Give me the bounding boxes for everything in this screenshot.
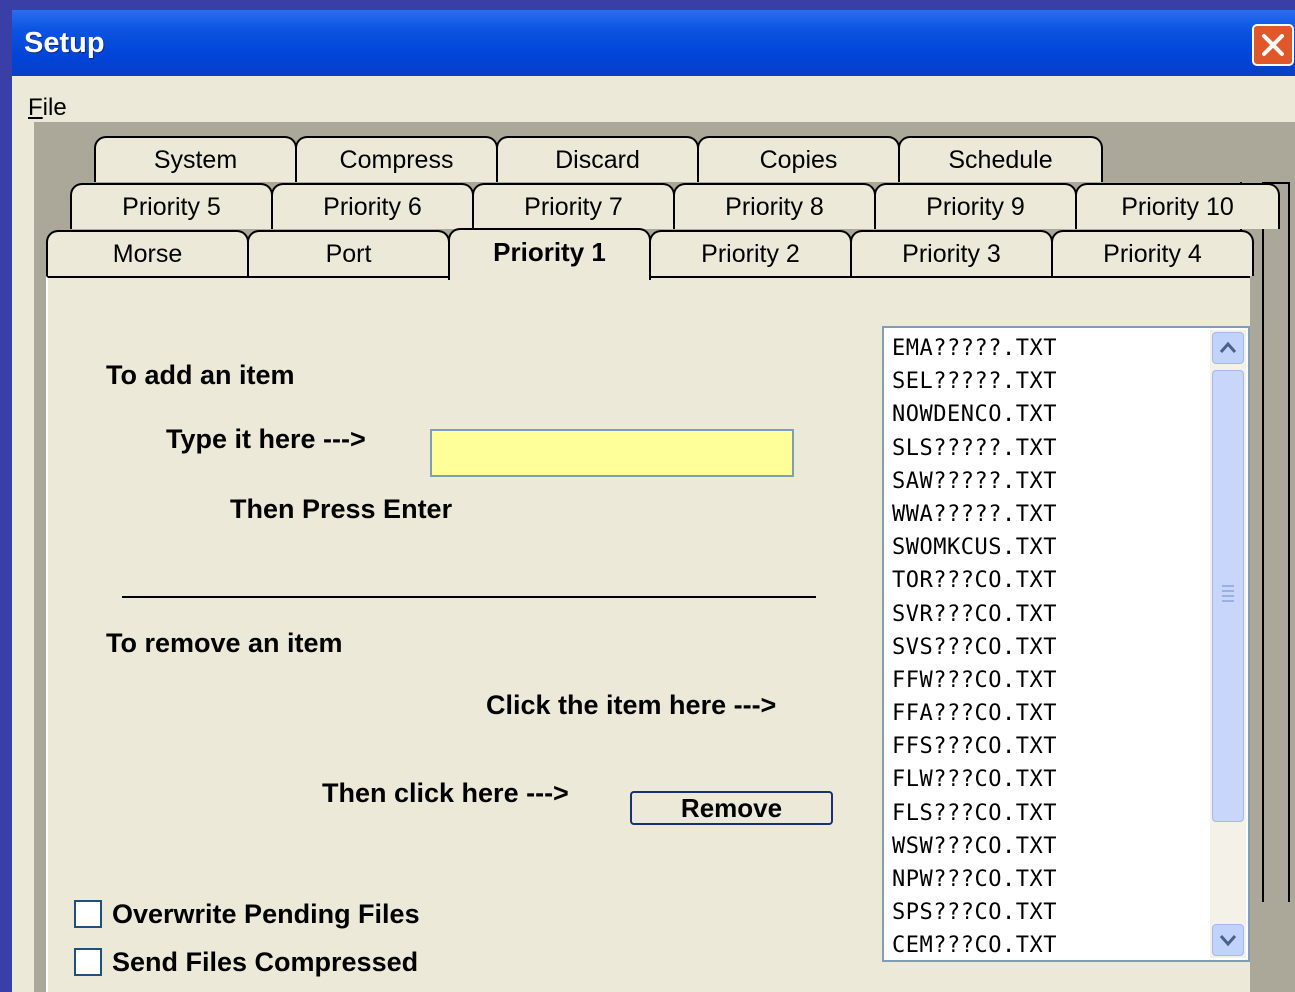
tab-priority-3[interactable]: Priority 3 xyxy=(850,230,1053,276)
divider xyxy=(122,596,816,598)
chevron-up-icon xyxy=(1219,341,1237,353)
compressed-label: Send Files Compressed xyxy=(112,947,419,977)
compressed-checkbox[interactable] xyxy=(74,948,102,976)
list-item[interactable]: SEL?????.TXT xyxy=(892,365,1057,398)
list-item[interactable]: WWA?????.TXT xyxy=(892,498,1057,531)
tab-compress[interactable]: Compress xyxy=(295,136,498,182)
tab-copies[interactable]: Copies xyxy=(697,136,900,182)
close-button[interactable] xyxy=(1252,24,1294,66)
click-item-label: Click the item here ---> xyxy=(486,690,777,720)
list-item[interactable]: EMA?????.TXT xyxy=(892,332,1057,365)
vertical-scrollbar[interactable] xyxy=(1210,330,1246,958)
tab-priority-2[interactable]: Priority 2 xyxy=(649,230,852,276)
window-title: Setup xyxy=(24,27,105,59)
overwrite-checkbox[interactable] xyxy=(74,900,102,928)
tab-priority-1[interactable]: Priority 1 xyxy=(448,228,651,280)
then-click-label: Then click here ---> xyxy=(322,778,569,808)
close-icon xyxy=(1262,34,1284,56)
tab-port[interactable]: Port xyxy=(247,230,450,276)
list-item[interactable]: WSW???CO.TXT xyxy=(892,830,1057,863)
tab-priority-8[interactable]: Priority 8 xyxy=(673,183,876,229)
list-item[interactable]: SAW?????.TXT xyxy=(892,465,1057,498)
tab-label: Port xyxy=(325,240,372,268)
list-item[interactable]: SVS???CO.TXT xyxy=(892,631,1057,664)
tab-schedule[interactable]: Schedule xyxy=(898,136,1103,182)
chevron-down-icon xyxy=(1219,935,1237,947)
tab-priority-7[interactable]: Priority 7 xyxy=(472,183,675,229)
tab-label: Priority 2 xyxy=(701,240,800,268)
stack-edge xyxy=(1288,182,1290,902)
tab-priority-9[interactable]: Priority 9 xyxy=(874,183,1077,229)
list-item[interactable]: FFS???CO.TXT xyxy=(892,730,1057,763)
press-enter-label: Then Press Enter xyxy=(230,494,453,524)
list-items: EMA?????.TXT SEL?????.TXT NOWDENCO.TXT SLS?… xyxy=(892,332,1057,960)
tab-discard[interactable]: Discard xyxy=(496,136,699,182)
file-pattern-list[interactable]: EMA?????.TXT SEL?????.TXT NOWDENCO.TXT SLS?… xyxy=(882,326,1250,962)
tab-label: Priority 6 xyxy=(323,193,422,221)
add-item-input[interactable] xyxy=(430,429,794,477)
tab-label: Priority 3 xyxy=(902,240,1001,268)
tab-label: Schedule xyxy=(948,146,1053,174)
tab-label: Compress xyxy=(339,146,454,174)
list-item[interactable]: SWOMKCUS.TXT xyxy=(892,531,1057,564)
tab-label: Priority 1 xyxy=(493,237,606,267)
tab-label: Priority 9 xyxy=(926,193,1025,221)
tab-label: System xyxy=(153,146,238,174)
title-bar[interactable]: Setup xyxy=(12,10,1295,76)
tab-label: Priority 4 xyxy=(1103,240,1202,268)
list-item[interactable]: NPW???CO.TXT xyxy=(892,863,1057,896)
list-item[interactable]: SLS?????.TXT xyxy=(892,432,1057,465)
remove-heading: To remove an item xyxy=(106,628,343,658)
priority-1-panel: To add an item Type it here ---> Then Pr… xyxy=(46,276,1250,992)
tab-priority-5[interactable]: Priority 5 xyxy=(70,183,273,229)
tab-priority-6[interactable]: Priority 6 xyxy=(271,183,474,229)
list-item[interactable]: SVR???CO.TXT xyxy=(892,598,1057,631)
tab-label: Morse xyxy=(112,240,183,268)
tab-priority-10[interactable]: Priority 10 xyxy=(1075,183,1280,229)
type-label: Type it here ---> xyxy=(166,424,366,454)
scroll-thumb[interactable] xyxy=(1212,370,1244,822)
tab-priority-4[interactable]: Priority 4 xyxy=(1051,230,1254,276)
add-heading: To add an item xyxy=(106,360,295,390)
scroll-up-button[interactable] xyxy=(1212,332,1244,364)
list-item[interactable]: CEM???CO.TXT xyxy=(892,929,1057,960)
tab-label: Priority 8 xyxy=(725,193,824,221)
tab-label: Discard xyxy=(555,146,640,174)
tab-label: Priority 7 xyxy=(524,193,623,221)
tab-morse[interactable]: Morse xyxy=(46,230,249,276)
list-item[interactable]: NOWDENCO.TXT xyxy=(892,398,1057,431)
tab-label: Priority 5 xyxy=(122,193,221,221)
menu-bar: File xyxy=(12,76,1295,122)
list-item[interactable]: TOR???CO.TXT xyxy=(892,564,1057,597)
tab-system[interactable]: System xyxy=(94,136,297,182)
stack-edge xyxy=(1262,182,1264,902)
list-item[interactable]: SPS???CO.TXT xyxy=(892,896,1057,929)
tab-label: Copies xyxy=(759,146,838,174)
setup-window: Setup File System Compress Discard Copie… xyxy=(12,10,1295,992)
list-item[interactable]: FLS???CO.TXT xyxy=(892,797,1057,830)
tab-label: Priority 10 xyxy=(1121,193,1234,221)
list-item[interactable]: FLW???CO.TXT xyxy=(892,763,1057,796)
list-item[interactable]: FFW???CO.TXT xyxy=(892,664,1057,697)
remove-button[interactable]: Remove xyxy=(630,791,833,825)
menu-file[interactable]: File xyxy=(28,94,67,122)
list-item[interactable]: FFA???CO.TXT xyxy=(892,697,1057,730)
scroll-down-button[interactable] xyxy=(1212,924,1244,956)
grip-icon xyxy=(1222,585,1234,602)
